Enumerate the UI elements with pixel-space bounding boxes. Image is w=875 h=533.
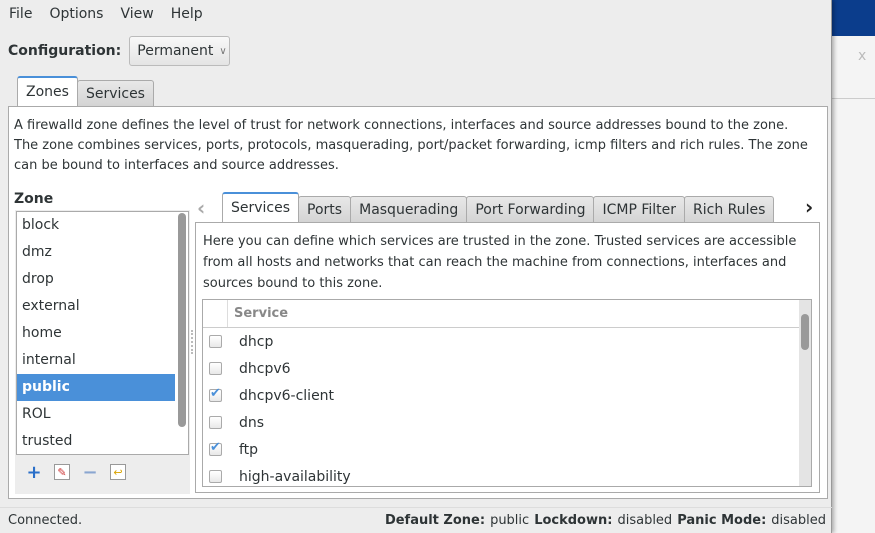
table-row: ftp — [203, 436, 811, 463]
pane-splitter[interactable] — [191, 330, 194, 354]
tab-rich-rules[interactable]: Rich Rules — [684, 196, 775, 222]
divider — [832, 98, 875, 99]
zone-item-external[interactable]: external — [17, 293, 188, 320]
tab-icmp-filter[interactable]: ICMP Filter — [593, 196, 686, 222]
firewall-config-window: File Options View Help Configuration: Pe… — [0, 0, 832, 533]
chevron-right-icon[interactable]: › — [805, 195, 813, 219]
table-row: dhcp — [203, 328, 811, 355]
services-description: Here you can define which services are t… — [203, 234, 797, 291]
tab-label: Masquerading — [359, 201, 459, 218]
service-name: dhcpv6 — [239, 360, 291, 377]
configuration-value: Permanent — [137, 43, 214, 59]
menu-view[interactable]: View — [120, 6, 153, 22]
chevron-left-icon[interactable]: ‹ — [197, 196, 205, 220]
service-column-header[interactable]: Service — [228, 306, 288, 321]
zone-label: Zone — [14, 191, 54, 207]
load-defaults-icon[interactable]: ↩ — [110, 464, 126, 480]
zone-toolbar: + ✎ − ↩ — [26, 462, 126, 483]
tab-label: Port Forwarding — [475, 201, 586, 218]
table-row: high-availability — [203, 463, 811, 486]
service-name: dhcp — [239, 333, 274, 350]
zone-item-rol[interactable]: ROL — [17, 401, 188, 428]
scroll-thumb[interactable] — [801, 314, 809, 350]
tab-label: ICMP Filter — [602, 201, 677, 218]
configuration-select[interactable]: Permanent ∨ — [129, 36, 231, 66]
configuration-label: Configuration: — [8, 43, 122, 59]
table-row: dhcpv6 — [203, 355, 811, 382]
tab-label: Rich Rules — [693, 201, 766, 218]
service-name: ftp — [239, 441, 259, 458]
menu-file[interactable]: File — [9, 6, 32, 22]
remove-icon[interactable]: − — [82, 462, 98, 483]
lockdown-value: disabled — [617, 513, 673, 528]
tab-label: Zones — [26, 84, 69, 100]
service-name: high-availability — [239, 468, 351, 485]
menu-help[interactable]: Help — [171, 6, 203, 22]
configuration-row: Configuration: Permanent ∨ — [8, 36, 231, 66]
tab-zone-services[interactable]: Services — [222, 192, 300, 222]
tab-services[interactable]: Services — [76, 80, 154, 106]
zone-item-block[interactable]: block — [17, 212, 188, 239]
service-checkbox[interactable] — [209, 416, 222, 429]
zone-item-internal[interactable]: internal — [17, 347, 188, 374]
chevron-down-icon: ∨ — [219, 45, 227, 57]
services-scrollbar[interactable] — [799, 300, 811, 486]
table-header: Service — [203, 300, 811, 328]
zone-item-dmz[interactable]: dmz — [17, 239, 188, 266]
services-table: Service dhcp dhcpv6 dhcpv6-client dns ft… — [202, 299, 812, 487]
tab-label: Services — [231, 200, 291, 216]
zones-description: A firewalld zone defines the level of tr… — [14, 118, 808, 173]
desktop-top-bar — [832, 0, 875, 36]
lockdown-label: Lockdown: — [534, 513, 613, 528]
zone-item-public[interactable]: public — [17, 374, 175, 401]
zone-item-home[interactable]: home — [17, 320, 188, 347]
service-checkbox[interactable] — [209, 440, 222, 456]
panic-mode-label: Panic Mode: — [677, 513, 767, 528]
default-zone-value: public — [490, 513, 530, 528]
connection-status: Connected. — [8, 513, 83, 528]
tab-label: Ports — [307, 201, 343, 218]
panic-mode-value: disabled — [771, 513, 826, 528]
tab-label: Services — [85, 85, 145, 102]
tab-zones[interactable]: Zones — [17, 76, 78, 106]
service-checkbox[interactable] — [209, 335, 222, 348]
table-row: dhcpv6-client — [203, 382, 811, 409]
table-row: dns — [203, 409, 811, 436]
edit-icon[interactable]: ✎ — [54, 464, 70, 480]
zone-item-drop[interactable]: drop — [17, 266, 188, 293]
background-close-icon: x — [858, 48, 867, 64]
tab-port-forwarding[interactable]: Port Forwarding — [466, 196, 595, 222]
status-bar: Connected. Default Zone: public Lockdown:… — [0, 507, 832, 533]
menu-options[interactable]: Options — [49, 6, 103, 22]
tab-ports[interactable]: Ports — [298, 196, 352, 222]
checkbox-column-header — [203, 300, 228, 327]
background-window — [832, 0, 875, 533]
zone-item-trusted[interactable]: trusted — [17, 428, 188, 455]
service-name: dhcpv6-client — [239, 387, 335, 404]
menu-bar: File Options View Help — [9, 6, 203, 22]
zone-scrollbar[interactable] — [178, 213, 186, 453]
zone-list[interactable]: block dmz drop external home internal pu… — [16, 211, 189, 455]
service-checkbox[interactable] — [209, 470, 222, 483]
default-zone-label: Default Zone: — [384, 513, 486, 528]
service-checkbox[interactable] — [209, 362, 222, 375]
service-checkbox[interactable] — [209, 386, 222, 402]
service-name: dns — [239, 414, 265, 431]
tab-masquerading[interactable]: Masquerading — [350, 196, 468, 222]
add-icon[interactable]: + — [26, 462, 42, 483]
scroll-thumb[interactable] — [178, 213, 186, 427]
